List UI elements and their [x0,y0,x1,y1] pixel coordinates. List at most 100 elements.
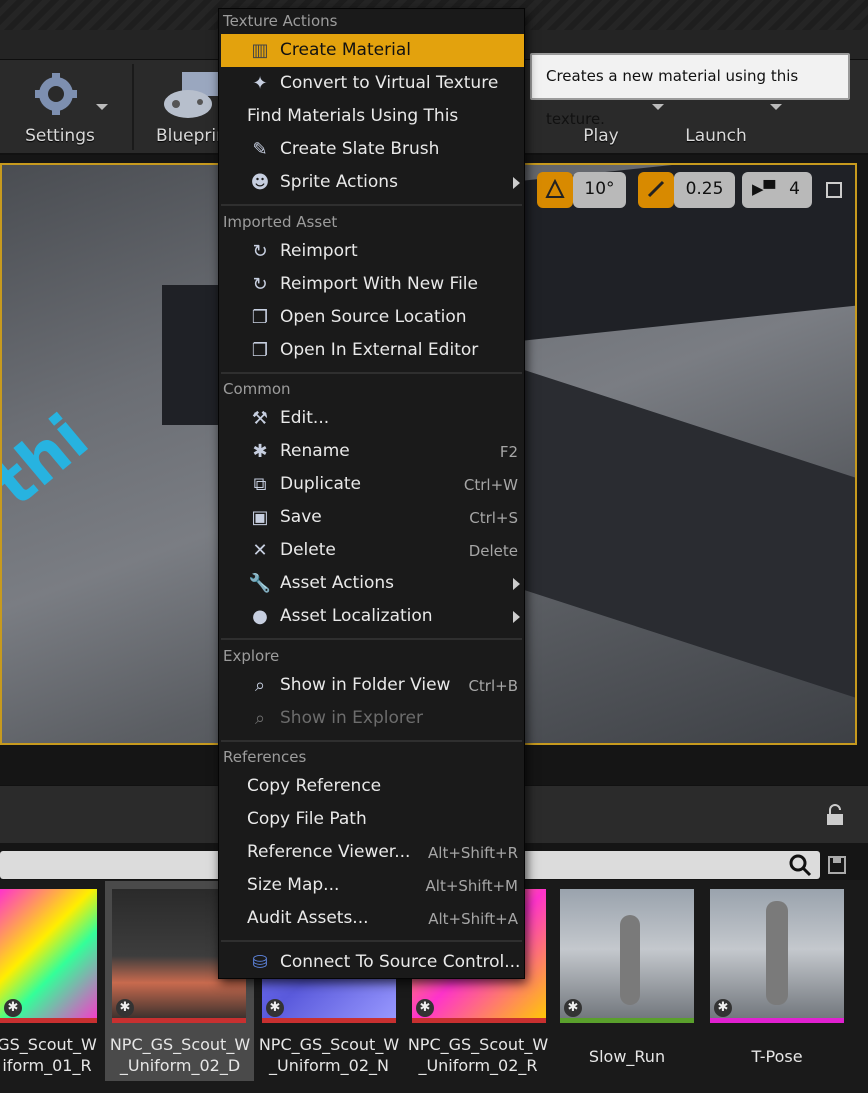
menu-item-label: Connect To Source Control... [280,952,521,972]
menu-item-label: Save [280,507,322,527]
gamepad-icon [164,72,218,118]
camera-speed-value: 4 [789,179,800,199]
settings-label: Settings [25,126,95,146]
menu-item-label: Create Material [280,40,411,60]
asset-badge-icon: ✱ [4,999,22,1017]
submenu-arrow-icon [513,177,520,189]
asset-thumbnail[interactable]: ✱ [0,889,97,1023]
tooltip: Creates a new material using this textur… [530,53,850,128]
menu-item-shortcut: Ctrl+W [463,476,518,494]
asset-thumbnail[interactable]: ✱ [560,889,694,1023]
blueprints-button[interactable]: Blueprints [140,64,218,154]
source-control-icon: ⛁ [252,952,268,973]
menu-item-label: Reimport [280,241,358,261]
lock-icon[interactable] [824,804,846,826]
angle-snap-value[interactable]: 10° [573,172,626,208]
menu-item-open-external-editor[interactable]: ❐ Open In External Editor [221,334,524,367]
material-icon: ▥ [251,40,269,61]
menu-item-asset-localization[interactable]: ● Asset Localization [221,600,524,633]
maximize-viewport-icon[interactable] [826,182,842,198]
section-header-texture-actions: Texture Actions [223,12,338,30]
menu-item-copy-reference[interactable]: Copy Reference [221,770,524,803]
asset-name[interactable]: NPC_GS_Scout_W _Uniform_02_D [105,1034,255,1076]
delete-icon: ✕ [252,540,268,561]
chevron-down-icon [652,104,664,110]
menu-item-create-slate-brush[interactable]: ✎ Create Slate Brush [221,133,524,166]
menu-item-rename[interactable]: ✱ Rename F2 [221,435,524,468]
blueprints-label: Blueprints [156,126,218,146]
asset-name[interactable]: GS_Scout_W iform_01_R [0,1034,122,1076]
camera-speed-button[interactable]: ▶▀ 4 [742,172,812,208]
asset-badge-icon: ✱ [714,999,732,1017]
menu-item-shortcut: Delete [468,542,518,560]
rename-icon: ✱ [252,441,268,462]
menu-divider [221,204,522,206]
menu-item-sprite-actions[interactable]: ☻ Sprite Actions [221,166,524,199]
asset-name[interactable]: NPC_GS_Scout_W _Uniform_02_N [254,1034,404,1076]
menu-item-find-materials[interactable]: Find Materials Using This [221,100,524,133]
menu-item-save[interactable]: ▣ Save Ctrl+S [221,501,524,534]
menu-item-shortcut: Alt+Shift+R [428,844,518,862]
asset-name-line: iform_01_R [2,1056,92,1075]
menu-item-audit-assets[interactable]: Audit Assets... Alt+Shift+A [221,902,524,935]
asset-name[interactable]: T-Pose [702,1046,852,1067]
asset-type-strip [112,1018,246,1023]
menu-item-copy-file-path[interactable]: Copy File Path [221,803,524,836]
asset-badge-icon: ✱ [416,999,434,1017]
asset-name-line: NPC_GS_Scout_W [258,1035,400,1054]
external-editor-icon: ❐ [251,340,269,361]
chevron-down-icon [96,104,108,110]
character-figure [766,901,788,1005]
asset-name[interactable]: Slow_Run [552,1046,702,1067]
asset-badge-icon: ✱ [564,999,582,1017]
asset-badge-icon: ✱ [266,999,284,1017]
menu-item-label: Find Materials Using This [247,106,459,126]
menu-item-duplicate[interactable]: ⧉ Duplicate Ctrl+W [221,468,524,501]
menu-item-label: Convert to Virtual Texture [280,73,499,93]
scale-snap-toggle[interactable] [638,172,674,208]
brush-icon: ✎ [252,139,268,160]
settings-button[interactable]: Settings [4,64,116,154]
section-header-references: References [223,748,307,766]
save-search-icon[interactable] [828,856,846,874]
menu-item-label: Asset Localization [280,606,433,626]
menu-item-size-map[interactable]: Size Map... Alt+Shift+M [221,869,524,902]
menu-item-create-material[interactable]: ▥ Create Material [221,34,524,67]
menu-item-asset-actions[interactable]: 🔧 Asset Actions [221,567,524,600]
asset-name-line: NPC_GS_Scout_W [407,1035,549,1054]
menu-item-label: Open In External Editor [280,340,479,360]
menu-item-label: Show in Explorer [280,708,423,728]
menu-item-label: Audit Assets... [247,908,369,928]
magnifier-icon: ⌕ [254,675,266,696]
chevron-down-icon [770,104,782,110]
menu-item-show-in-folder-view[interactable]: ⌕ Show in Folder View Ctrl+B [221,669,524,702]
asset-name[interactable]: NPC_GS_Scout_W _Uniform_02_R [403,1034,553,1076]
menu-item-delete[interactable]: ✕ Delete Delete [221,534,524,567]
globe-icon: ● [252,606,268,627]
menu-item-connect-source-control[interactable]: ⛁ Connect To Source Control... [221,946,524,979]
menu-item-reference-viewer[interactable]: Reference Viewer... Alt+Shift+R [221,836,524,869]
sprite-icon: ☻ [250,172,270,193]
scale-icon [647,180,665,198]
menu-divider [221,372,522,374]
menu-item-edit[interactable]: ⚒ Edit... [221,402,524,435]
hammer-icon: ⚒ [251,408,269,429]
menu-item-label: Edit... [280,408,330,428]
menu-item-open-source-location[interactable]: ❐ Open Source Location [221,301,524,334]
asset-type-strip [0,1018,97,1023]
menu-item-label: Delete [280,540,336,560]
asset-name-line: T-Pose [751,1047,803,1066]
menu-item-label: Size Map... [247,875,340,895]
menu-item-reimport-new-file[interactable]: ↻ Reimport With New File [221,268,524,301]
menu-item-label: Sprite Actions [280,172,398,192]
asset-type-strip [560,1018,694,1023]
menu-item-shortcut: F2 [499,443,518,461]
asset-thumbnail[interactable]: ✱ [710,889,844,1023]
menu-item-convert-virtual-texture[interactable]: ✦ Convert to Virtual Texture [221,67,524,100]
submenu-arrow-icon [513,611,520,623]
menu-item-show-in-explorer[interactable]: ⌕ Show in Explorer [221,702,524,735]
scale-snap-value[interactable]: 0.25 [674,172,735,208]
angle-snap-toggle[interactable] [537,172,573,208]
menu-item-reimport[interactable]: ↻ Reimport [221,235,524,268]
search-icon[interactable] [788,853,812,877]
